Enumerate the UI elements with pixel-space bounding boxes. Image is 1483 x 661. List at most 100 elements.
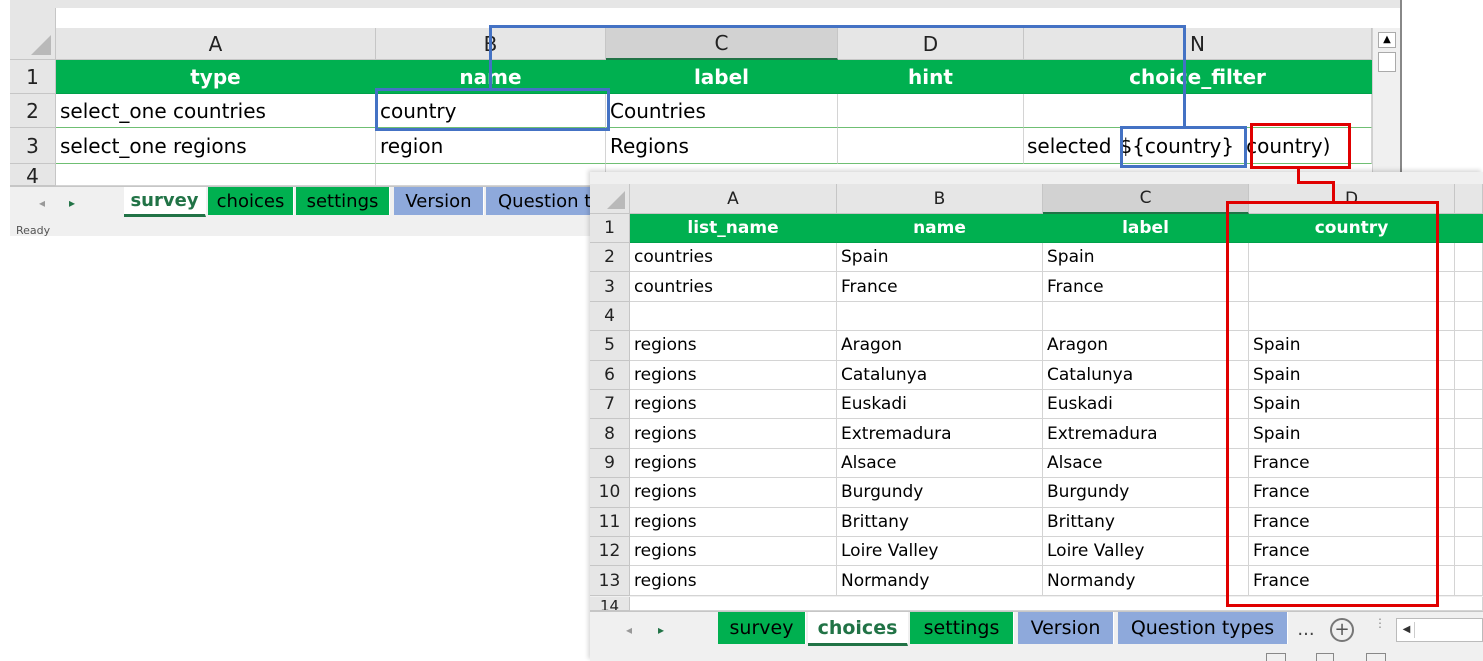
survey-select-all[interactable]	[10, 8, 56, 60]
choices-tab-survey[interactable]: survey	[718, 612, 806, 644]
survey-row-header-3[interactable]: 3	[10, 128, 56, 164]
choices-cell-list-name-row-6[interactable]: regions	[630, 360, 837, 390]
choices-cell-extra-row-3[interactable]	[1455, 272, 1483, 302]
choices-row-header-3[interactable]: 3	[590, 272, 630, 302]
choices-col-header-a[interactable]: A	[630, 184, 837, 214]
choices-col-header-e[interactable]	[1455, 184, 1483, 214]
choices-cell-country-row-7[interactable]: Spain	[1249, 390, 1455, 420]
choices-cell-extra-row-13[interactable]	[1455, 566, 1483, 596]
choices-cell-name-row-3[interactable]: France	[837, 272, 1043, 302]
choices-cell-country-row-12[interactable]: France	[1249, 537, 1455, 567]
survey-header-choice-filter[interactable]: choice_filter	[1024, 60, 1372, 94]
choices-cell-name-row-6[interactable]: Catalunya	[837, 360, 1043, 390]
choices-row-header-10[interactable]: 10	[590, 478, 630, 508]
choices-tab-question-types[interactable]: Question types	[1118, 612, 1288, 644]
choices-cell-extra-row-2[interactable]	[1455, 243, 1483, 273]
choices-cell-extra-row-7[interactable]	[1455, 390, 1483, 420]
choices-cell-country-row-6[interactable]: Spain	[1249, 360, 1455, 390]
choices-cell-extra-row-8[interactable]	[1455, 419, 1483, 449]
choices-cell-list-name-row-12[interactable]: regions	[630, 537, 837, 567]
tab-settings[interactable]: settings	[296, 187, 390, 215]
choices-cell-country-row-2[interactable]	[1249, 243, 1455, 273]
choices-header-country[interactable]: country	[1249, 214, 1455, 243]
choices-tab-version[interactable]: Version	[1018, 612, 1114, 644]
choices-cell-list-name-row-4[interactable]	[630, 301, 837, 332]
survey-cell-d2[interactable]	[838, 94, 1024, 128]
page-layout-view-icon[interactable]	[1316, 653, 1334, 661]
choices-cell-country-row-8[interactable]: Spain	[1249, 419, 1455, 449]
choices-cell-extra-row-11[interactable]	[1455, 507, 1483, 537]
choices-tab-scroll-left-icon[interactable]: ◂	[618, 620, 640, 640]
choices-row-header-7[interactable]: 7	[590, 390, 630, 420]
choices-cell-name-row-5[interactable]: Aragon	[837, 331, 1043, 361]
choices-cell-country-row-13[interactable]: France	[1249, 566, 1455, 596]
choices-row-header-5[interactable]: 5	[590, 331, 630, 361]
survey-row-header-4[interactable]: 4	[10, 164, 56, 188]
choices-cell-country-row-11[interactable]: France	[1249, 507, 1455, 537]
choices-row-header-2[interactable]: 2	[590, 243, 630, 273]
choices-cell-label-row-13[interactable]: Normandy	[1043, 566, 1249, 596]
choices-cell-extra-row-9[interactable]	[1455, 448, 1483, 479]
choices-cell-name-row-13[interactable]: Normandy	[837, 566, 1043, 596]
choices-select-all[interactable]	[590, 184, 630, 214]
choices-row-header-12[interactable]: 12	[590, 537, 630, 567]
choices-header-name[interactable]: name	[837, 214, 1043, 243]
choices-cell-extra-row-12[interactable]	[1455, 537, 1483, 567]
choices-header-label[interactable]: label	[1043, 214, 1249, 243]
choices-tab-scroll-right-icon[interactable]: ▸	[650, 620, 672, 640]
survey-col-header-d[interactable]: D	[838, 28, 1024, 60]
tab-scroll-right-icon[interactable]: ▸	[60, 193, 84, 213]
page-break-view-icon[interactable]	[1366, 653, 1386, 661]
tab-choices[interactable]: choices	[208, 187, 294, 215]
survey-cell-b2[interactable]: country	[376, 94, 606, 128]
choices-cell-list-name-row-5[interactable]: regions	[630, 331, 837, 361]
choices-cell-extra-row-5[interactable]	[1455, 331, 1483, 361]
choices-header-extra[interactable]	[1455, 214, 1483, 243]
choices-cell-name-row-8[interactable]: Extremadura	[837, 419, 1043, 449]
tab-survey[interactable]: survey	[124, 187, 206, 217]
choices-cell-label-row-8[interactable]: Extremadura	[1043, 419, 1249, 449]
horizontal-scrollbar[interactable]: ◀	[1396, 618, 1483, 642]
add-sheet-icon[interactable]: +	[1330, 618, 1354, 642]
choices-cell-name-row-10[interactable]: Burgundy	[837, 478, 1043, 508]
choices-cell-label-row-12[interactable]: Loire Valley	[1043, 537, 1249, 567]
choices-cell-label-row-4[interactable]	[1043, 301, 1249, 332]
choices-tab-settings[interactable]: settings	[910, 612, 1014, 644]
choices-cell-name-row-11[interactable]: Brittany	[837, 507, 1043, 537]
choices-cell-label-row-6[interactable]: Catalunya	[1043, 360, 1249, 390]
choices-cell-extra-row-10[interactable]	[1455, 478, 1483, 508]
choices-col-header-c[interactable]: C	[1043, 184, 1249, 214]
normal-view-icon[interactable]	[1266, 653, 1286, 661]
choices-row-header-11[interactable]: 11	[590, 507, 630, 537]
tab-splitter-handle-icon[interactable]: ⋮	[1374, 617, 1386, 640]
choices-cell-list-name-row-9[interactable]: regions	[630, 448, 837, 479]
choices-cell-name-row-12[interactable]: Loire Valley	[837, 537, 1043, 567]
survey-cell-b4[interactable]	[376, 164, 606, 186]
tab-scroll-left-icon[interactable]: ◂	[30, 193, 54, 213]
survey-header-type[interactable]: type	[56, 60, 376, 94]
survey-vertical-scrollbar[interactable]: ▲	[1372, 28, 1400, 186]
survey-row-header-1[interactable]: 1	[10, 60, 56, 94]
choices-cell-extra-row-6[interactable]	[1455, 360, 1483, 390]
choices-cell-list-name-row-10[interactable]: regions	[630, 478, 837, 508]
choices-cell-list-name-row-11[interactable]: regions	[630, 507, 837, 537]
choices-cell-label-row-3[interactable]: France	[1043, 272, 1249, 302]
choices-cell-name-row-2[interactable]: Spain	[837, 243, 1043, 273]
survey-cell-a3[interactable]: select_one regions	[56, 128, 376, 164]
choices-cell-name-row-9[interactable]: Alsace	[837, 448, 1043, 479]
survey-col-header-a[interactable]: A	[56, 28, 376, 60]
choices-cell-name-row-4[interactable]	[837, 301, 1043, 332]
choices-header-list-name[interactable]: list_name	[630, 214, 837, 243]
survey-cell-c3[interactable]: Regions	[606, 128, 838, 164]
choices-col-header-d[interactable]: D	[1249, 184, 1455, 214]
scroll-up-arrow-icon[interactable]: ▲	[1378, 32, 1396, 48]
choices-row-header-9[interactable]: 9	[590, 448, 630, 479]
survey-cell-a2[interactable]: select_one countries	[56, 94, 376, 128]
choices-cell-country-row-9[interactable]: France	[1249, 448, 1455, 479]
choices-cell-list-name-row-2[interactable]: countries	[630, 243, 837, 273]
choices-cell-list-name-row-7[interactable]: regions	[630, 390, 837, 420]
survey-cell-c2[interactable]: Countries	[606, 94, 838, 128]
choices-cell-country-row-10[interactable]: France	[1249, 478, 1455, 508]
choices-col-header-b[interactable]: B	[837, 184, 1043, 214]
survey-col-header-n[interactable]: N	[1024, 28, 1372, 60]
